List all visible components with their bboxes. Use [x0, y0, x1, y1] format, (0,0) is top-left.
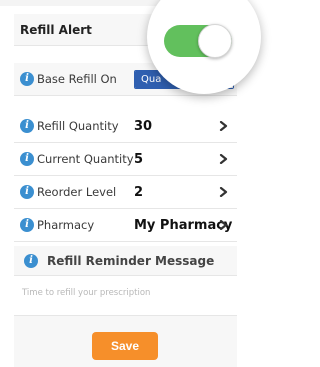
refill-quantity-value: 30	[134, 118, 153, 134]
pharmacy-label: Pharmacy	[37, 218, 95, 232]
info-icon[interactable]: i	[20, 152, 34, 166]
chevron-right-icon	[219, 121, 228, 131]
chevron-right-icon	[219, 154, 228, 164]
reorder-level-value: 2	[134, 184, 144, 200]
refill-reminder-placeholder: Time to refill your prescription	[22, 288, 151, 298]
chevron-right-icon	[219, 187, 228, 197]
pharmacy-value: My Pharmacy	[134, 217, 233, 233]
base-refill-label: Base Refill On	[37, 72, 117, 86]
toggle-knob[interactable]	[198, 24, 232, 58]
reorder-level-label: Reorder Level	[37, 185, 117, 199]
info-icon[interactable]: i	[20, 185, 34, 199]
refill-reminder-title: Refill Reminder Message	[47, 253, 215, 268]
current-quantity-row[interactable]: i Current Quantity 5	[14, 143, 237, 176]
info-icon[interactable]: i	[24, 253, 38, 268]
refill-quantity-label: Refill Quantity	[37, 119, 119, 133]
pharmacy-row[interactable]: i Pharmacy My Pharmacy	[14, 209, 237, 242]
refill-reminder-header: i Refill Reminder Message	[14, 246, 237, 276]
reorder-level-row[interactable]: i Reorder Level 2	[14, 176, 237, 209]
info-icon[interactable]: i	[20, 218, 34, 232]
info-icon[interactable]: i	[20, 119, 34, 133]
refill-reminder-input[interactable]: Time to refill your prescription	[14, 276, 237, 316]
current-quantity-label: Current Quantity	[37, 152, 134, 166]
refill-quantity-row[interactable]: i Refill Quantity 30	[14, 110, 237, 143]
info-icon[interactable]: i	[20, 72, 34, 86]
chevron-right-icon	[219, 220, 228, 230]
save-button[interactable]: Save	[92, 332, 158, 360]
current-quantity-value: 5	[134, 151, 144, 167]
refill-alert-label: Refill Alert	[20, 22, 92, 37]
